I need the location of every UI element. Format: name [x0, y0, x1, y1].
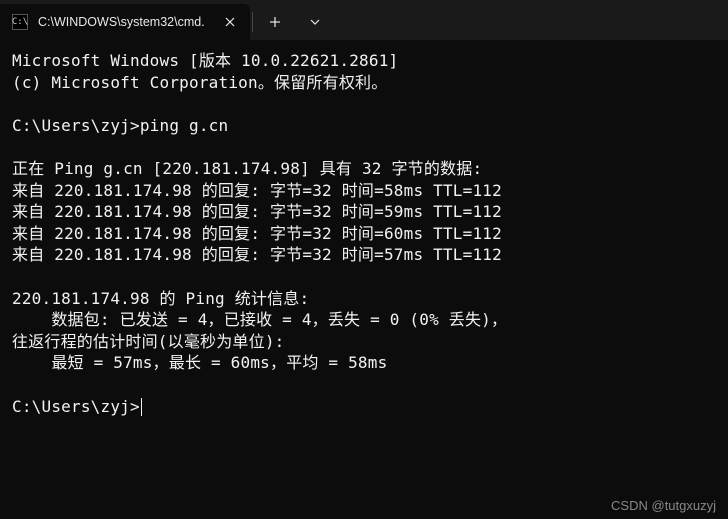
terminal-line: 来自 220.181.174.98 的回复: 字节=32 时间=60ms TTL…: [12, 224, 502, 243]
title-bar: C:\ C:\WINDOWS\system32\cmd.: [0, 0, 728, 40]
terminal-line: Microsoft Windows [版本 10.0.22621.2861]: [12, 51, 398, 70]
terminal-line: 最短 = 57ms，最长 = 60ms，平均 = 58ms: [12, 353, 387, 372]
prompt: C:\Users\zyj>: [12, 116, 140, 135]
terminal-line: 来自 220.181.174.98 的回复: 字节=32 时间=59ms TTL…: [12, 202, 502, 221]
terminal-line: 数据包: 已发送 = 4，已接收 = 4，丢失 = 0 (0% 丢失)，: [12, 310, 507, 329]
chevron-down-icon: [309, 16, 321, 28]
close-icon: [225, 17, 235, 27]
terminal-line: (c) Microsoft Corporation。保留所有权利。: [12, 73, 387, 92]
terminal-line: 220.181.174.98 的 Ping 统计信息:: [12, 289, 309, 308]
new-tab-button[interactable]: [255, 4, 295, 40]
terminal-output[interactable]: Microsoft Windows [版本 10.0.22621.2861] (…: [0, 40, 728, 427]
terminal-line: 来自 220.181.174.98 的回复: 字节=32 时间=58ms TTL…: [12, 181, 502, 200]
tab-dropdown-button[interactable]: [295, 4, 335, 40]
terminal-line: 正在 Ping g.cn [220.181.174.98] 具有 32 字节的数…: [12, 159, 482, 178]
watermark: CSDN @tutgxuzyj: [611, 498, 716, 513]
prompt: C:\Users\zyj>: [12, 397, 140, 416]
command-text: ping g.cn: [140, 116, 229, 135]
plus-icon: [269, 16, 281, 28]
terminal-line: 来自 220.181.174.98 的回复: 字节=32 时间=57ms TTL…: [12, 245, 502, 264]
title-bar-actions: [250, 4, 335, 40]
tab-title: C:\WINDOWS\system32\cmd.: [38, 15, 210, 29]
text-cursor: [141, 398, 143, 416]
tab-close-button[interactable]: [220, 12, 240, 32]
terminal-tab[interactable]: C:\ C:\WINDOWS\system32\cmd.: [0, 4, 250, 40]
terminal-line: 往返行程的估计时间(以毫秒为单位):: [12, 332, 285, 351]
divider: [252, 12, 253, 32]
cmd-icon: C:\: [12, 14, 28, 30]
